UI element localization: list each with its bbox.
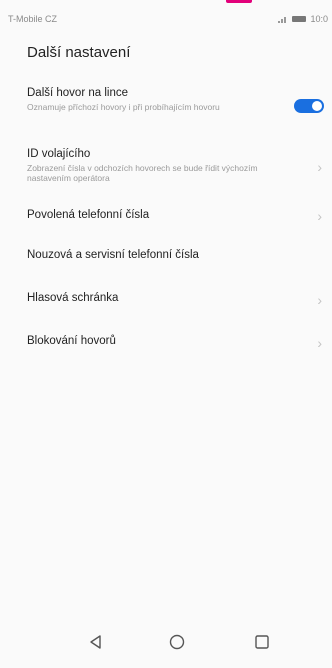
toggle-knob xyxy=(312,101,322,111)
setting-call-waiting[interactable]: Další hovor na lince Oznamuje příchozí h… xyxy=(0,76,332,136)
carrier-label: T-Mobile CZ xyxy=(8,14,58,24)
back-triangle-icon[interactable] xyxy=(86,632,106,652)
status-icons: 10:0 xyxy=(278,14,328,24)
setting-subtitle: Oznamuje příchozí hovory i při probíhají… xyxy=(27,102,220,112)
setting-title: Hlasová schránka xyxy=(27,292,119,304)
setting-caller-id[interactable]: ID volajícího Zobrazení čísla v odchozíc… xyxy=(0,136,332,197)
setting-call-blocking[interactable]: Blokování hovorů › xyxy=(0,321,332,364)
setting-title: Další hovor na lince xyxy=(27,87,128,99)
app-bar: Další nastavení xyxy=(0,34,332,72)
chevron-right-icon: › xyxy=(317,208,322,224)
page-title: Další nastavení xyxy=(27,44,131,61)
setting-voicemail[interactable]: Hlasová schránka › xyxy=(0,278,332,321)
signal-icon xyxy=(278,16,288,23)
status-bar: T-Mobile CZ 10:0 xyxy=(0,0,332,34)
setting-title: ID volajícího xyxy=(27,148,91,160)
setting-subtitle: Zobrazení čísla v odchozích hovorech se … xyxy=(27,163,258,183)
navigation-bar xyxy=(0,618,332,668)
chevron-right-icon: › xyxy=(317,158,322,175)
setting-fixed-dialing[interactable]: Povolená telefonní čísla › xyxy=(0,197,332,235)
battery-icon xyxy=(292,16,307,22)
setting-emergency-numbers[interactable]: Nouzová a servisní telefonní čísla xyxy=(0,235,332,278)
settings-list: Další hovor na lince Oznamuje příchozí h… xyxy=(0,76,332,364)
setting-title: Blokování hovorů xyxy=(27,335,116,347)
call-waiting-toggle[interactable] xyxy=(294,99,324,113)
setting-title: Nouzová a servisní telefonní čísla xyxy=(27,249,199,261)
recents-square-icon[interactable] xyxy=(252,632,272,652)
chevron-right-icon: › xyxy=(317,334,322,351)
clock: 10:0 xyxy=(310,14,328,24)
home-circle-icon[interactable] xyxy=(167,632,187,652)
setting-title: Povolená telefonní čísla xyxy=(27,209,150,221)
chevron-right-icon: › xyxy=(317,291,322,308)
